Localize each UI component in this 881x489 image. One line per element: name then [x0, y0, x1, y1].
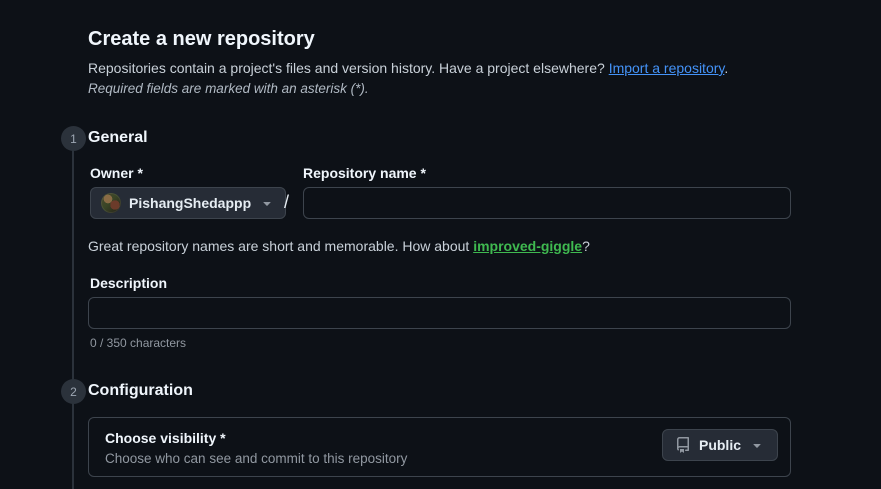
- create-repository-page: Create a new repository Repositories con…: [0, 0, 881, 489]
- intro-text-main: Repositories contain a project's files a…: [88, 60, 609, 76]
- repo-icon: [675, 437, 691, 453]
- chevron-down-icon: [259, 195, 275, 211]
- stepper-line: [72, 150, 74, 489]
- owner-avatar: [101, 193, 121, 213]
- step-1-indicator: 1: [61, 126, 86, 151]
- description-char-count: 0 / 350 characters: [90, 336, 187, 350]
- owner-repo-separator: /: [284, 192, 290, 212]
- page-title: Create a new repository: [88, 28, 315, 50]
- chevron-down-icon: [749, 437, 765, 453]
- import-repository-link[interactable]: Import a repository: [609, 60, 725, 76]
- step-1-number: 1: [70, 131, 77, 146]
- suggestion-prefix: Great repository names are short and mem…: [88, 238, 474, 254]
- suggested-repo-name-link[interactable]: improved-giggle: [473, 238, 582, 254]
- owner-select-label: PishangShedappp: [129, 195, 252, 211]
- suggestion-suffix: ?: [582, 238, 590, 254]
- general-heading: General: [88, 129, 148, 146]
- description-label: Description: [90, 275, 168, 291]
- repository-name-label: Repository name *: [303, 165, 426, 181]
- visibility-select-button[interactable]: Public: [661, 429, 778, 461]
- owner-select-button[interactable]: PishangShedappp: [90, 187, 287, 219]
- description-input[interactable]: [88, 297, 791, 329]
- intro-text: Repositories contain a project's files a…: [88, 60, 728, 76]
- step-2-indicator: 2: [61, 379, 86, 404]
- step-2-number: 2: [70, 384, 77, 399]
- required-fields-note: Required fields are marked with an aster…: [88, 81, 369, 96]
- configuration-heading: Configuration: [88, 382, 193, 399]
- visibility-select-label: Public: [698, 437, 741, 453]
- intro-period: .: [724, 60, 729, 76]
- repository-name-input[interactable]: [303, 187, 791, 219]
- repo-name-suggestion: Great repository names are short and mem…: [88, 238, 590, 254]
- choose-visibility-label: Choose visibility *: [105, 430, 226, 446]
- owner-label: Owner *: [90, 165, 143, 181]
- choose-visibility-help: Choose who can see and commit to this re…: [105, 451, 408, 466]
- visibility-section: Choose visibility * Choose who can see a…: [88, 417, 791, 477]
